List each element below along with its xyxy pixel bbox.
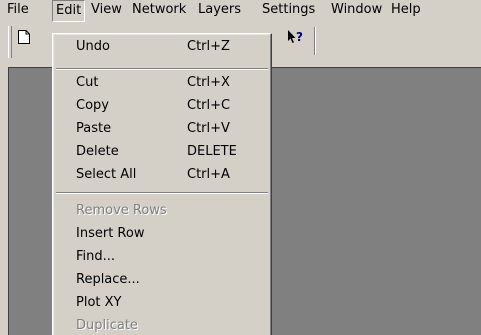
menu-item-label: Plot XY xyxy=(76,295,122,310)
menu-item-shortcut: Ctrl+V xyxy=(187,121,230,136)
edit-menu-dropdown: Undo Ctrl+Z Cut Ctrl+X Copy Ctrl+C Paste… xyxy=(52,33,272,335)
menu-item-label: Cut xyxy=(76,75,99,90)
menu-item-shortcut: Ctrl+X xyxy=(187,75,230,90)
menu-item-shortcut: DELETE xyxy=(187,144,237,159)
menu-file[interactable]: File xyxy=(4,0,32,21)
menu-item-label: Delete xyxy=(76,144,119,159)
menu-item-insert-row[interactable]: Insert Row xyxy=(55,223,269,246)
menu-item-duplicate: Duplicate xyxy=(55,315,269,335)
menu-view[interactable]: View xyxy=(88,0,125,21)
menu-item-label: Select All xyxy=(76,167,137,182)
menu-bar: File Edit View Network Layers Settings W… xyxy=(0,0,481,22)
new-document-button[interactable] xyxy=(13,27,35,51)
svg-text:?: ? xyxy=(296,30,303,44)
new-document-icon xyxy=(18,30,30,48)
menu-network[interactable]: Network xyxy=(129,0,189,21)
menu-item-paste[interactable]: Paste Ctrl+V xyxy=(55,118,269,141)
menu-window[interactable]: Window xyxy=(328,0,385,21)
menu-item-shortcut: Ctrl+A xyxy=(187,167,230,182)
context-help-icon: ? xyxy=(287,29,305,49)
menu-item-find[interactable]: Find... xyxy=(55,246,269,269)
menu-help[interactable]: Help xyxy=(388,0,424,21)
menu-item-shortcut: Ctrl+C xyxy=(187,98,231,113)
menu-item-label: Undo xyxy=(76,39,110,54)
menu-settings[interactable]: Settings xyxy=(259,0,318,21)
menu-item-label: Copy xyxy=(76,98,109,113)
menu-item-copy[interactable]: Copy Ctrl+C xyxy=(55,95,269,118)
menu-separator xyxy=(56,68,268,70)
menu-item-label: Remove Rows xyxy=(76,203,167,218)
menu-item-delete[interactable]: Delete DELETE xyxy=(55,141,269,164)
menu-separator xyxy=(56,192,268,194)
menu-item-label: Replace... xyxy=(76,272,140,287)
menu-layers[interactable]: Layers xyxy=(195,0,244,21)
toolbar-separator xyxy=(314,27,316,55)
menu-item-shortcut: Ctrl+Z xyxy=(187,39,230,54)
menu-item-label: Find... xyxy=(76,249,116,264)
menu-item-cut[interactable]: Cut Ctrl+X xyxy=(55,72,269,95)
menu-item-plot-xy[interactable]: Plot XY xyxy=(55,292,269,315)
menu-item-remove-rows: Remove Rows xyxy=(55,200,269,223)
menu-item-undo[interactable]: Undo Ctrl+Z xyxy=(55,36,269,59)
application-window: File Edit View Network Layers Settings W… xyxy=(0,0,481,335)
toolbar-grip[interactable] xyxy=(8,26,12,58)
menu-item-label: Insert Row xyxy=(76,226,145,241)
menu-item-label: Duplicate xyxy=(76,318,138,333)
menu-item-select-all[interactable]: Select All Ctrl+A xyxy=(55,164,269,187)
menu-item-replace[interactable]: Replace... xyxy=(55,269,269,292)
context-help-button[interactable]: ? xyxy=(285,27,307,51)
menu-item-label: Paste xyxy=(76,121,112,136)
menu-edit[interactable]: Edit xyxy=(52,0,86,22)
